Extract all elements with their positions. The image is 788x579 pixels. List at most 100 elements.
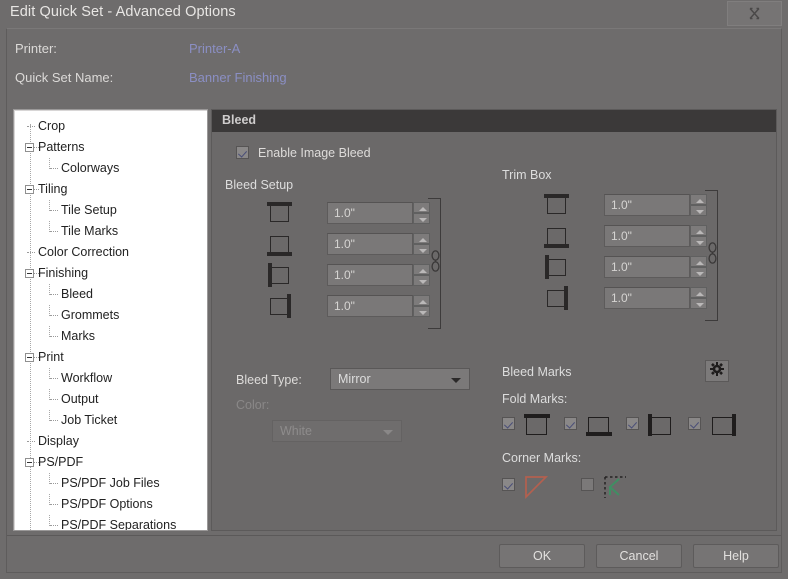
chevron-down-icon	[419, 280, 427, 284]
numeric-input[interactable]: 1.0"	[327, 202, 413, 224]
help-button[interactable]: Help	[693, 544, 779, 568]
tree-branch-line	[49, 494, 50, 505]
numeric-input[interactable]: 1.0"	[604, 194, 690, 216]
numeric-input[interactable]: 1.0"	[327, 295, 413, 317]
sidebar-item-ps-pdf[interactable]: PS/PDF	[14, 452, 207, 473]
bleed-setup-link-bracket[interactable]	[428, 198, 442, 329]
bleed-marks-settings-button[interactable]	[705, 360, 729, 382]
chevron-up-icon	[419, 238, 427, 242]
tree-connector	[50, 378, 58, 379]
cancel-button[interactable]: Cancel	[596, 544, 682, 568]
sidebar-item-label: Workflow	[61, 371, 113, 385]
numeric-input[interactable]: 1.0"	[327, 233, 413, 255]
sidebar-item-tiling[interactable]: Tiling	[14, 179, 207, 200]
corner-mark-checkbox-0[interactable]	[502, 478, 515, 491]
sidebar-item-color-correction[interactable]: Color Correction	[14, 242, 207, 263]
sidebar-item-label: PS/PDF Job Files	[61, 476, 160, 490]
sidebar-item-ps-pdf-options[interactable]: PS/PDF Options	[14, 494, 207, 515]
tree-collapse-icon[interactable]	[25, 185, 34, 194]
corner-mark-checkbox-1[interactable]	[581, 478, 594, 491]
sidebar-item-tile-marks[interactable]: Tile Marks	[14, 221, 207, 242]
chevron-up-icon	[419, 269, 427, 273]
fold-mark-checkbox-2[interactable]	[626, 417, 639, 430]
tree-branch-line	[49, 284, 50, 295]
numeric-input-value: 1.0"	[334, 237, 355, 251]
close-button[interactable]	[727, 1, 782, 26]
sidebar-item-ps-pdf-job-files[interactable]: PS/PDF Job Files	[14, 473, 207, 494]
fold-top-icon[interactable]	[523, 413, 551, 437]
trim-box-link-bracket[interactable]	[705, 190, 719, 321]
sidebar-item-job-ticket[interactable]: Job Ticket	[14, 410, 207, 431]
numeric-input-value: 1.0"	[611, 291, 632, 305]
tree-collapse-icon[interactable]	[25, 353, 34, 362]
quickset-value: Banner Finishing	[189, 70, 287, 85]
panel-header-title: Bleed	[222, 113, 257, 127]
sidebar-item-label: PS/PDF Options	[61, 497, 153, 511]
numeric-input[interactable]: 1.0"	[604, 225, 690, 247]
enable-image-bleed-checkbox[interactable]	[236, 146, 249, 159]
chevron-down-icon	[419, 249, 427, 253]
tree-branch-line	[49, 221, 50, 232]
fold-mark-checkbox-0[interactable]	[502, 417, 515, 430]
tree-connector	[27, 441, 35, 442]
color-label: Color:	[236, 398, 270, 412]
sidebar-item-label: PS/PDF	[38, 455, 84, 469]
sidebar-item-colorways[interactable]: Colorways	[14, 158, 207, 179]
bleed-type-dropdown[interactable]: Mirror	[330, 368, 470, 390]
trim-box-label: Trim Box	[502, 168, 552, 182]
tree-connector	[50, 420, 58, 421]
fold-left-icon[interactable]	[647, 413, 675, 437]
color-dropdown[interactable]: White	[272, 420, 402, 442]
fold-mark-checkbox-1[interactable]	[564, 417, 577, 430]
numeric-input[interactable]: 1.0"	[604, 287, 690, 309]
enable-image-bleed-label: Enable Image Bleed	[258, 146, 371, 160]
numeric-input[interactable]: 1.0"	[327, 264, 413, 286]
tree-collapse-icon[interactable]	[25, 269, 34, 278]
sidebar-item-marks[interactable]: Marks	[14, 326, 207, 347]
sidebar-item-workflow[interactable]: Workflow	[14, 368, 207, 389]
numeric-input-value: 1.0"	[334, 206, 355, 220]
tree-branch-line	[49, 368, 50, 379]
sidebar-item-grommets[interactable]: Grommets	[14, 305, 207, 326]
sidebar-item-patterns[interactable]: Patterns	[14, 137, 207, 158]
bleed-marks-label: Bleed Marks	[502, 365, 572, 379]
tree-connector	[50, 483, 58, 484]
chevron-up-icon	[419, 300, 427, 304]
chevron-up-icon	[696, 261, 704, 265]
sidebar-item-label: Tiling	[38, 182, 68, 196]
tree-connector	[50, 399, 58, 400]
numeric-input[interactable]: 1.0"	[604, 256, 690, 278]
tree-connector	[50, 294, 58, 295]
sidebar-item-label: Grommets	[61, 308, 120, 322]
tree-branch-line	[49, 515, 50, 526]
sidebar-item-print[interactable]: Print	[14, 347, 207, 368]
sidebar-item-ps-pdf-separations[interactable]: PS/PDF Separations	[14, 515, 207, 530]
gear-settings-icon	[710, 361, 724, 381]
fold-marks-label: Fold Marks:	[502, 392, 568, 406]
tree-connector	[50, 231, 58, 232]
fold-right-icon[interactable]	[709, 413, 737, 437]
navigation-tree-panel[interactable]: Crop Patterns Colorways Tiling Tile Setup Til…	[13, 109, 208, 531]
chevron-down-icon	[696, 241, 704, 245]
sidebar-item-tile-setup[interactable]: Tile Setup	[14, 200, 207, 221]
tree-collapse-icon[interactable]	[25, 143, 34, 152]
sidebar-item-crop[interactable]: Crop	[14, 116, 207, 137]
sidebar-item-bleed[interactable]: Bleed	[14, 284, 207, 305]
sidebar-item-finishing[interactable]: Finishing	[14, 263, 207, 284]
bleed-bottom-icon	[267, 232, 293, 256]
sidebar-item-label: Tile Marks	[61, 224, 119, 238]
trim-right-icon	[544, 286, 570, 310]
bleed-setup-label: Bleed Setup	[225, 178, 294, 192]
sidebar-item-output[interactable]: Output	[14, 389, 207, 410]
fold-bottom-icon[interactable]	[585, 413, 613, 437]
corner-crop-mark-icon[interactable]	[602, 474, 630, 500]
tree-collapse-icon[interactable]	[25, 458, 34, 467]
bleed-type-value: Mirror	[338, 372, 371, 386]
numeric-input-value: 1.0"	[611, 229, 632, 243]
corner-triangle-mark-icon[interactable]	[523, 474, 551, 500]
ok-button[interactable]: OK	[499, 544, 585, 568]
fold-mark-checkbox-3[interactable]	[688, 417, 701, 430]
sidebar-item-display[interactable]: Display	[14, 431, 207, 452]
printer-row: Printer: Printer-A	[7, 41, 781, 61]
chevron-up-icon	[696, 292, 704, 296]
